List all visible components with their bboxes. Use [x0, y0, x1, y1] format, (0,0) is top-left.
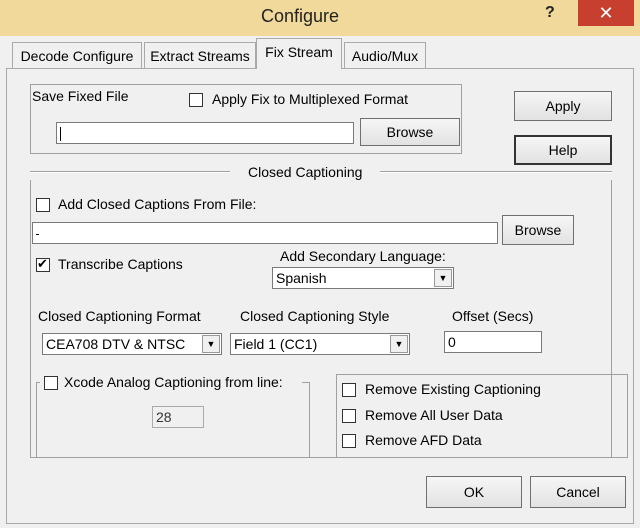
remove-existing-checkbox[interactable] — [342, 383, 356, 397]
secondary-language-value: Spanish — [276, 270, 327, 286]
tab-label: Fix Stream — [265, 44, 333, 60]
transcribe-captions-checkbox[interactable] — [36, 256, 50, 272]
xcode-label: Xcode Analog Captioning from line: — [64, 374, 283, 390]
cancel-button[interactable]: Cancel — [530, 476, 626, 508]
chevron-down-icon: ▼ — [202, 335, 220, 353]
secondary-language-label: Add Secondary Language: — [280, 248, 446, 264]
cc-file-input[interactable] — [32, 222, 498, 244]
save-file-input[interactable] — [56, 122, 354, 144]
cc-style-select[interactable]: Field 1 (CC1) ▼ — [230, 333, 410, 355]
remove-user-data-label: Remove All User Data — [365, 407, 503, 423]
close-icon: ✕ — [598, 3, 614, 23]
text-cursor — [36, 233, 39, 235]
tab-label: Decode Configure — [20, 48, 134, 64]
cc-format-value: CEA708 DTV & NTSC — [46, 336, 186, 352]
chevron-down-icon: ▼ — [434, 269, 452, 287]
tab-fix-stream[interactable]: Fix Stream — [256, 38, 342, 69]
apply-button[interactable]: Apply — [514, 91, 612, 121]
remove-afd-label: Remove AFD Data — [365, 432, 482, 448]
cc-separator-left — [30, 171, 230, 173]
window-title: Configure — [260, 6, 340, 26]
tab-label: Audio/Mux — [351, 48, 419, 64]
offset-value: 0 — [448, 334, 456, 350]
offset-label: Offset (Secs) — [452, 308, 534, 324]
cc-format-label: Closed Captioning Format — [38, 308, 201, 324]
cc-separator-right — [380, 171, 612, 173]
tab-audio-mux[interactable]: Audio/Mux — [344, 42, 426, 68]
cc-section-title: Closed Captioning — [248, 164, 363, 180]
secondary-language-select[interactable]: Spanish ▼ — [272, 267, 454, 289]
cc-browse-button[interactable]: Browse — [502, 215, 574, 245]
remove-afd-checkbox[interactable] — [342, 434, 356, 448]
apply-fix-checkbox[interactable] — [189, 93, 203, 107]
cc-format-select[interactable]: CEA708 DTV & NTSC ▼ — [42, 333, 222, 355]
remove-user-data-checkbox[interactable] — [342, 409, 356, 423]
remove-existing-label: Remove Existing Captioning — [365, 381, 541, 397]
apply-fix-label: Apply Fix to Multiplexed Format — [212, 91, 409, 107]
cc-style-label: Closed Captioning Style — [240, 308, 390, 324]
help-icon[interactable]: ? — [545, 4, 555, 22]
ok-button[interactable]: OK — [426, 476, 522, 508]
add-cc-file-checkbox[interactable] — [36, 198, 50, 212]
cc-style-value: Field 1 (CC1) — [234, 336, 318, 352]
xcode-line-input[interactable]: 28 — [152, 406, 204, 428]
save-fixed-file-label: Save Fixed File — [32, 88, 129, 104]
text-cursor — [60, 127, 61, 142]
xcode-line-value: 28 — [156, 409, 172, 425]
add-cc-file-label: Add Closed Captions From File: — [58, 196, 257, 212]
transcribe-captions-label: Transcribe Captions — [58, 256, 183, 272]
tab-decode-configure[interactable]: Decode Configure — [12, 42, 142, 68]
tab-extract-streams[interactable]: Extract Streams — [144, 42, 256, 68]
help-button[interactable]: Help — [514, 135, 612, 165]
chevron-down-icon: ▼ — [390, 335, 408, 353]
save-browse-button[interactable]: Browse — [360, 118, 460, 146]
close-button[interactable]: ✕ — [578, 0, 634, 26]
tab-label: Extract Streams — [150, 48, 250, 64]
xcode-checkbox[interactable] — [44, 376, 58, 390]
offset-input[interactable]: 0 — [444, 331, 542, 353]
